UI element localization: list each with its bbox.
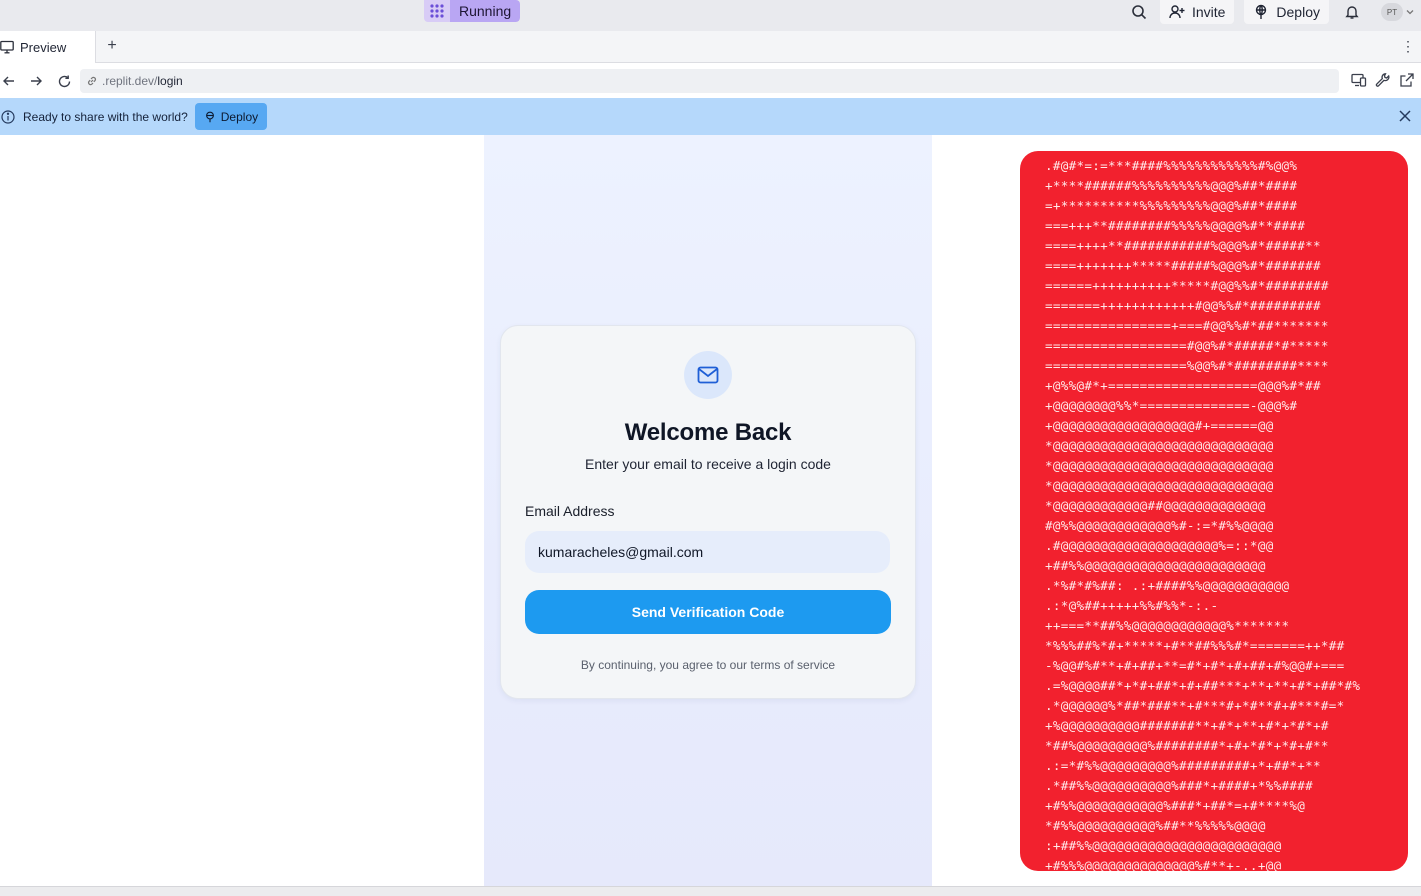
avatar: PT [1381, 3, 1403, 21]
deploy-icon [205, 111, 214, 122]
ascii-art-line: .*##%%@@@@@@@@@@%###*+####+*%%#### [1045, 778, 1313, 793]
ascii-art-line: *#%%@@@@@@@@@@%##**%%%%%@@@@ [1045, 818, 1266, 833]
deploy-icon [1256, 4, 1267, 19]
search-icon[interactable] [1128, 1, 1150, 23]
forward-arrow-icon[interactable] [27, 72, 45, 90]
banner-deploy-label: Deploy [220, 109, 259, 124]
ascii-art-line: ======++++++++++*****#@@%%#*######## [1045, 278, 1329, 293]
email-field[interactable] [525, 531, 890, 573]
chevron-down-icon [1406, 10, 1414, 15]
deploy-banner: Ready to share with the world? Deploy [0, 98, 1421, 135]
ascii-art-line: -%@@#%#**+#+##+**=#*+#*+#+##+#%@@#+=== [1045, 658, 1345, 673]
ascii-art-line: *@@@@@@@@@@@@@@@@@@@@@@@@@@@@ [1045, 438, 1274, 453]
ascii-art-line: +****######%%%%%%%%%%@@@%##*#### [1045, 178, 1298, 193]
new-tab-button[interactable]: + [103, 37, 121, 55]
ascii-art-line: ================+===#@@%%#*##******* [1045, 318, 1329, 333]
ascii-art-line: *%%%##%*#+*****+#**##%%%#*=======++*## [1045, 638, 1345, 653]
mail-icon [684, 351, 732, 399]
close-icon[interactable] [1398, 109, 1412, 123]
ascii-art-line: +#%%@@@@@@@@@@@%###*+##*=+#****%@ [1045, 798, 1306, 813]
monitor-icon [0, 40, 14, 54]
deploy-button[interactable]: Deploy [1244, 0, 1329, 24]
ascii-art-line: ==================%@@%#*########**** [1045, 358, 1329, 373]
login-page: Welcome Back Enter your email to receive… [484, 135, 932, 886]
ascii-art-line: .=%@@@@##*+*#+##*+#+##***+**+**+#*+##*#% [1045, 678, 1361, 693]
ascii-art-line: :+##%%@@@@@@@@@@@@@@@@@@@@@@@@ [1045, 838, 1282, 853]
ascii-art-line: *##%@@@@@@@@@%########*+#+*#*+*#+#** [1045, 738, 1329, 753]
workspace-topbar: Running Invite Deploy PT [0, 0, 1421, 31]
tab-preview[interactable]: Preview [0, 31, 96, 63]
wrench-icon[interactable] [1375, 72, 1391, 88]
external-link-icon[interactable] [1399, 72, 1415, 88]
ascii-art-panel: .#@#*=:=***####%%%%%%%%%%%%#%@@% +****###… [1020, 151, 1408, 871]
invite-button[interactable]: Invite [1159, 0, 1235, 24]
ascii-art-line: ++===**##%%@@@@@@@@@@@@%******* [1045, 618, 1290, 633]
ascii-art-line: ==================#@@%#*#####*#***** [1045, 338, 1329, 353]
reload-icon[interactable] [55, 72, 73, 90]
ascii-art-line: .#@#*=:=***####%%%%%%%%%%%%#%@@% [1045, 158, 1298, 173]
bell-icon[interactable] [1341, 1, 1363, 23]
back-arrow-icon[interactable] [0, 72, 18, 90]
ascii-art-line: *@@@@@@@@@@@@@@@@@@@@@@@@@@@@ [1045, 458, 1274, 473]
ascii-art-line: *@@@@@@@@@@@@@@@@@@@@@@@@@@@@ [1045, 478, 1274, 493]
more-options-icon[interactable]: ⋮ [1401, 38, 1415, 55]
url-path: login [157, 74, 183, 88]
send-code-button[interactable]: Send Verification Code [525, 590, 891, 634]
link-icon [88, 76, 96, 86]
devices-icon[interactable] [1351, 72, 1367, 88]
ascii-art-line: +@%%@#*+===================@@@%#*## [1045, 378, 1321, 393]
ascii-art-line: *@@@@@@@@@@@@##@@@@@@@@@@@@@ [1045, 498, 1266, 513]
ascii-art-line: ===+++**########%%%%%@@@@%#**#### [1045, 218, 1306, 233]
ascii-art-line: #@%%@@@@@@@@@@@@%#-:=*#%%@@@@ [1045, 518, 1274, 533]
tab-bar: Preview + ⋮ [0, 31, 1421, 63]
window-bottom-edge [0, 886, 1421, 896]
ascii-art-line: +##%%@@@@@@@@@@@@@@@@@@@@@@@ [1045, 558, 1266, 573]
address-field[interactable]: .replit.dev/login [80, 69, 1339, 93]
email-label: Email Address [525, 503, 615, 519]
run-status-label: Running [450, 0, 521, 22]
ascii-art-line: .*@@@@@@%*##*###**+#***#+*#**#+#***#=* [1045, 698, 1345, 713]
invite-label: Invite [1191, 4, 1226, 20]
ascii-art-line: .#@@@@@@@@@@@@@@@@@@@@%=::*@@ [1045, 538, 1274, 553]
ascii-art-line: .:*@%##+++++%%#%%*-:.- [1045, 598, 1219, 613]
ascii-art-line: +#%%%@@@@@@@@@@@@@@%#**+-..+@@ [1045, 858, 1282, 871]
ascii-art-line: ====+++++++*****#####%@@@%#*####### [1045, 258, 1321, 273]
ascii-art-line: .*%#*#%##: .:+####%%@@@@@@@@@@@ [1045, 578, 1290, 593]
tab-preview-label: Preview [20, 39, 67, 55]
ascii-art-line: +%@@@@@@@@@@#######**+#*+**+#*+*#*+# [1045, 718, 1329, 733]
banner-deploy-button[interactable]: Deploy [194, 103, 268, 130]
ascii-art-line: +@@@@@@@@@@@@@@@@@@#+======@@ [1045, 418, 1274, 433]
run-status-pill[interactable]: Running [424, 0, 521, 22]
ascii-art-line: .:=*#%%@@@@@@@@@%#########+*+##*+** [1045, 758, 1321, 773]
url-host: .replit.dev/ [102, 74, 158, 88]
ascii-art-line: =+**********%%%%%%%%%@@@%##*#### [1045, 198, 1298, 213]
url-tools [1351, 72, 1415, 88]
account-menu[interactable]: PT [1381, 3, 1415, 21]
ascii-art-line: +@@@@@@@@%%*==============-@@@%# [1045, 398, 1298, 413]
info-icon [0, 109, 16, 125]
grid-icon [424, 0, 450, 22]
url-bar: .replit.dev/login [0, 63, 1421, 98]
add-user-icon [1169, 5, 1185, 19]
login-card: Welcome Back Enter your email to receive… [500, 325, 916, 699]
deploy-label: Deploy [1276, 4, 1320, 20]
login-subtitle: Enter your email to receive a login code [585, 456, 831, 472]
login-title: Welcome Back [624, 419, 792, 446]
ascii-art-line: ====++++**###########%@@@%#*#####** [1045, 238, 1321, 253]
terms-text: By continuing, you agree to our terms of… [580, 658, 836, 672]
preview-pane: Welcome Back Enter your email to receive… [0, 135, 1421, 896]
ascii-art-line: =======++++++++++++#@@%%#*######### [1045, 298, 1321, 313]
banner-message: Ready to share with the world? [23, 109, 188, 124]
